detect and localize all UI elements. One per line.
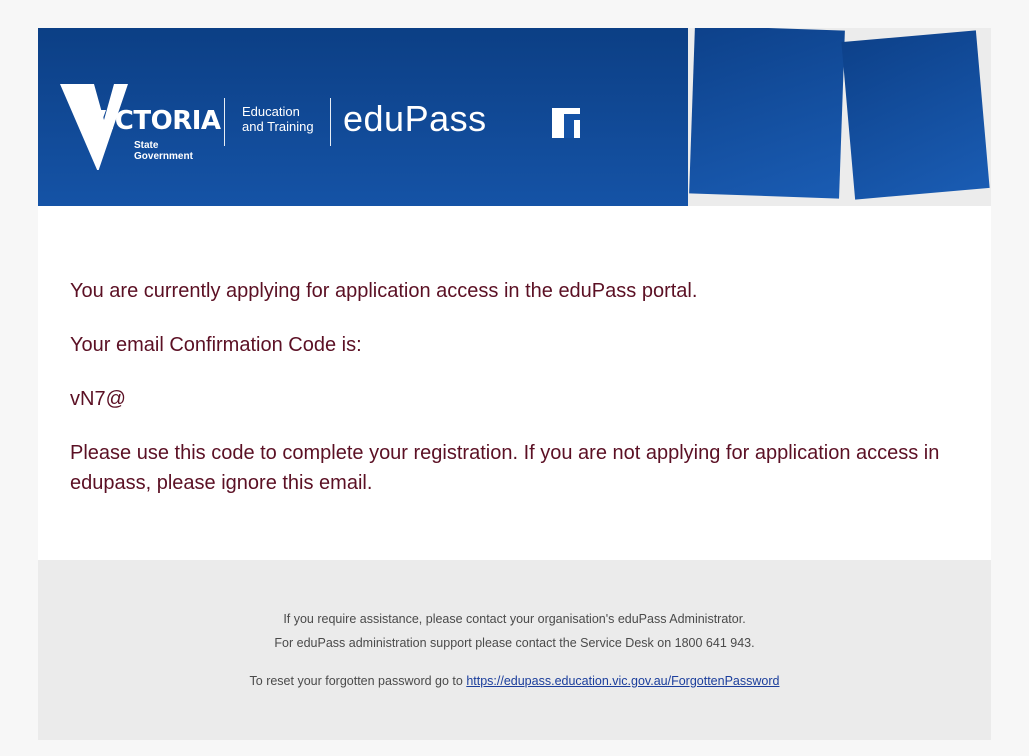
- victoria-wordmark: VICTORIA: [86, 106, 221, 136]
- logo-divider-1: [224, 98, 225, 146]
- department-label: Education and Training: [242, 104, 314, 134]
- edupass-logo-icon: [552, 108, 580, 138]
- footer-reset-line: To reset your forgotten password go to h…: [38, 674, 991, 688]
- message-line-1: You are currently applying for applicati…: [70, 280, 698, 302]
- footer-assist-text: If you require assistance, please contac…: [283, 612, 746, 626]
- confirmation-code-value: vN7@: [70, 388, 126, 410]
- edupass-wordmark: eduPass: [343, 98, 487, 139]
- confirmation-code: vN7@: [70, 384, 126, 414]
- banner-tile-right: [841, 30, 990, 200]
- message-line-3: Please use this code to complete your re…: [70, 442, 940, 494]
- forgotten-password-link[interactable]: https://edupass.education.vic.gov.au/For…: [466, 674, 779, 688]
- email-banner: VICTORIA State Government Education and …: [38, 28, 991, 206]
- message-line-2: Your email Confirmation Code is:: [70, 334, 362, 356]
- message-instructions: Please use this code to complete your re…: [70, 438, 990, 498]
- message-intro: You are currently applying for applicati…: [70, 276, 697, 306]
- state-government-label: State Government: [134, 140, 193, 162]
- email-footer: If you require assistance, please contac…: [38, 560, 991, 740]
- footer-reset-prefix: To reset your forgotten password go to: [249, 674, 467, 688]
- message-code-label: Your email Confirmation Code is:: [70, 330, 362, 360]
- banner-tile-left: [689, 28, 845, 199]
- logo-divider-2: [330, 98, 331, 146]
- email-container: VICTORIA State Government Education and …: [38, 28, 991, 740]
- footer-support-text: For eduPass administration support pleas…: [274, 636, 755, 650]
